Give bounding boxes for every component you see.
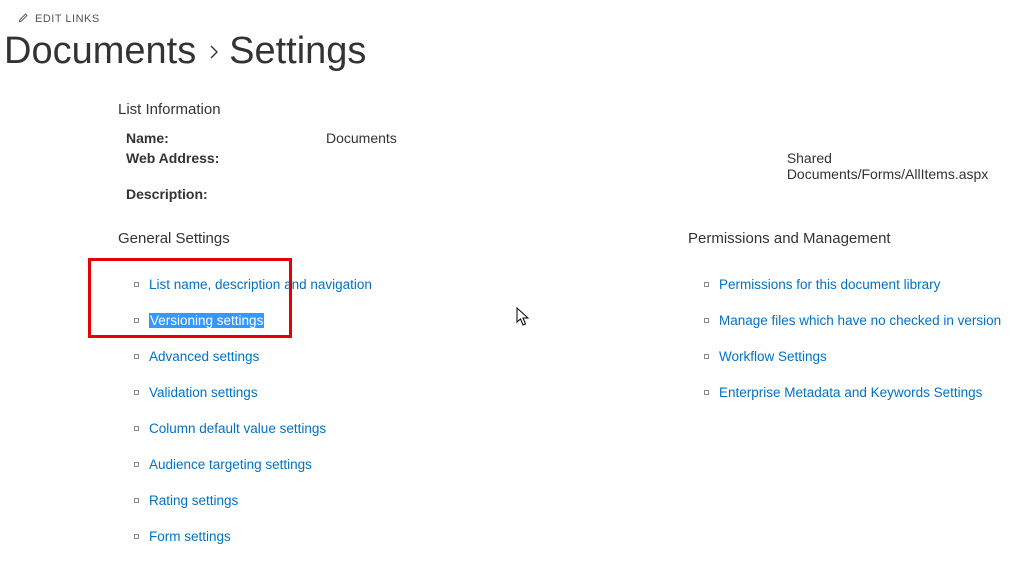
breadcrumb-parent[interactable]: Documents (4, 30, 196, 72)
permissions-list: Permissions for this document library Ma… (688, 277, 1001, 400)
link-workflow-settings[interactable]: Workflow Settings (719, 349, 827, 364)
list-information-table: Name: Documents Web Address: Shared Docu… (118, 128, 1025, 204)
list-item: Enterprise Metadata and Keywords Setting… (704, 385, 1001, 400)
link-enterprise-metadata-keywords[interactable]: Enterprise Metadata and Keywords Setting… (719, 385, 982, 400)
link-audience-targeting-settings[interactable]: Audience targeting settings (149, 457, 312, 472)
description-label: Description: (118, 184, 326, 204)
edit-links-label: EDIT LINKS (35, 13, 100, 25)
link-permissions-library[interactable]: Permissions for this document library (719, 277, 940, 292)
edit-links-button[interactable]: EDIT LINKS (0, 0, 1025, 26)
list-item: Validation settings (134, 385, 418, 400)
web-address-value: Shared Documents/Forms/AllItems.aspx (397, 148, 1025, 184)
bullet-icon (704, 354, 709, 359)
bullet-icon (704, 390, 709, 395)
bullet-icon (134, 462, 139, 467)
list-item: Permissions for this document library (704, 277, 1001, 292)
link-versioning-settings[interactable]: Versioning settings (150, 313, 263, 328)
name-label: Name: (118, 128, 326, 148)
list-item: Advanced settings (134, 349, 418, 364)
list-item: Column default value settings (134, 421, 418, 436)
pencil-icon (18, 12, 29, 26)
web-address-label: Web Address: (118, 148, 326, 184)
bullet-icon (134, 282, 139, 287)
list-item: Rating settings (134, 493, 418, 508)
link-validation-settings[interactable]: Validation settings (149, 385, 258, 400)
bullet-icon (704, 318, 709, 323)
bullet-icon (134, 354, 139, 359)
general-settings-heading: General Settings (118, 230, 418, 247)
link-column-default-value-settings[interactable]: Column default value settings (149, 421, 326, 436)
list-item: Form settings (134, 529, 418, 544)
list-information-heading: List Information (118, 101, 1025, 118)
bullet-icon (134, 426, 139, 431)
link-list-name-description[interactable]: List name, description and navigation (149, 277, 372, 292)
link-advanced-settings[interactable]: Advanced settings (149, 349, 259, 364)
permissions-heading: Permissions and Management (688, 230, 1001, 247)
list-item: Audience targeting settings (134, 457, 418, 472)
general-settings-list: List name, description and navigation Ve… (118, 277, 418, 544)
link-manage-files-no-checkin[interactable]: Manage files which have no checked in ve… (719, 313, 1001, 328)
breadcrumb-current: Settings (229, 30, 366, 72)
list-item: Manage files which have no checked in ve… (704, 313, 1001, 328)
chevron-right-icon (209, 26, 219, 69)
link-rating-settings[interactable]: Rating settings (149, 493, 238, 508)
link-form-settings[interactable]: Form settings (149, 529, 231, 544)
list-item: List name, description and navigation (134, 277, 418, 292)
bullet-icon (134, 318, 139, 323)
breadcrumb: Documents Settings (0, 26, 1025, 73)
list-item: Workflow Settings (704, 349, 1001, 364)
name-value: Documents (326, 128, 397, 148)
list-item: Versioning settings (134, 313, 418, 328)
bullet-icon (134, 534, 139, 539)
bullet-icon (134, 498, 139, 503)
bullet-icon (704, 282, 709, 287)
bullet-icon (134, 390, 139, 395)
